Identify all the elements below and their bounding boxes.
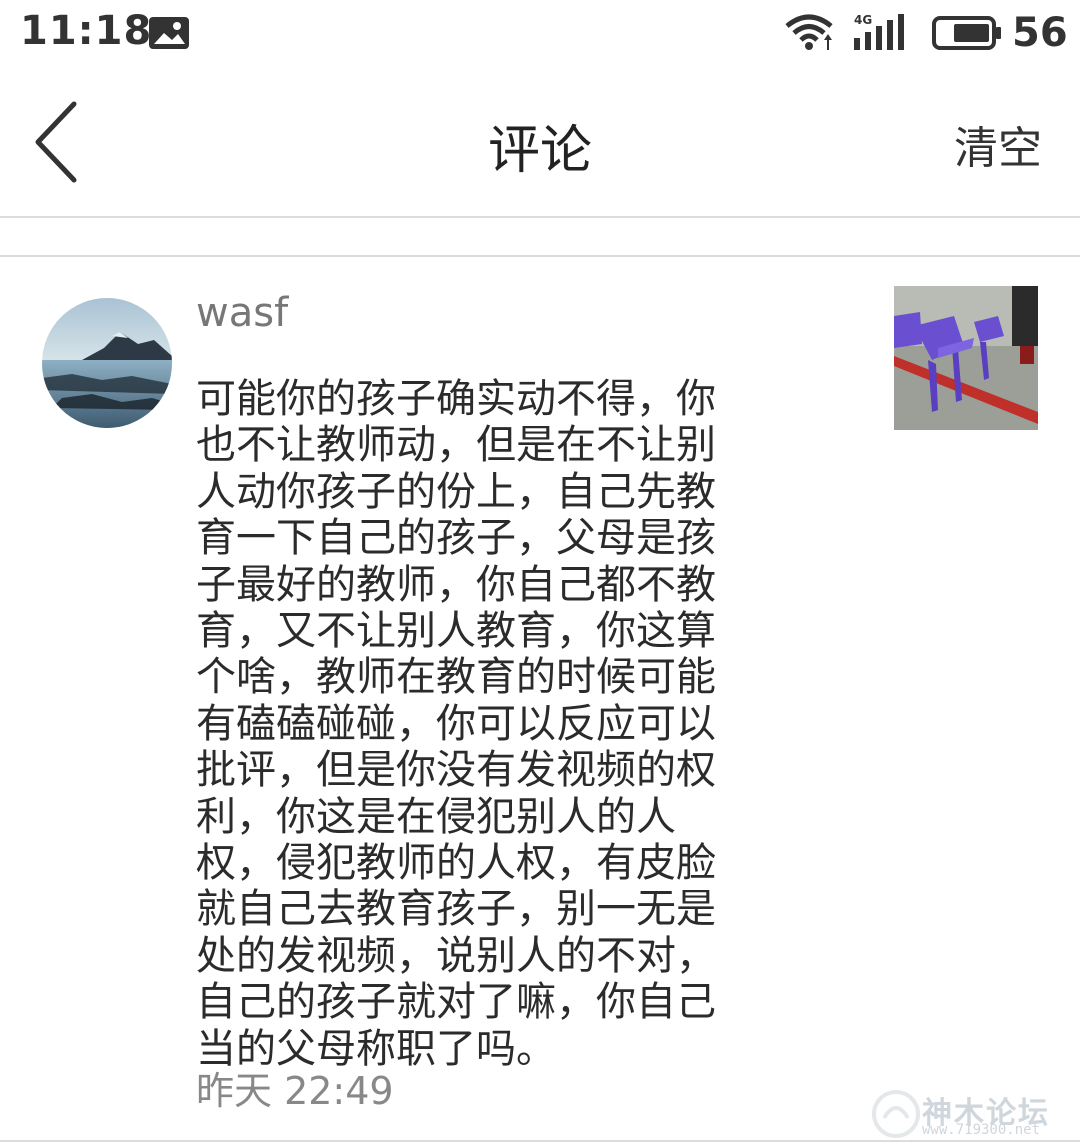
image-notification-icon [149,17,189,49]
page-title: 评论 [487,121,592,181]
comment-username[interactable]: wasf [196,290,288,336]
status-bar: 11:18 4G 56 [0,0,1080,68]
wifi-icon [785,14,833,50]
divider [0,255,1080,257]
watermark-logo-icon [872,1090,920,1138]
nav-bar: 评论 清空 [0,68,1080,216]
signal-icon: 4G [854,13,904,50]
battery-icon [932,16,1001,50]
post-thumbnail[interactable] [894,286,1038,430]
status-time: 11:18 [20,8,153,54]
watermark-url: www.719300.net [922,1122,1041,1138]
svg-text:4G: 4G [854,13,872,27]
comment-text: 可能你的孩子确实动不得，你也不让教师动，但是在不让别人动你孩子的份上，自己先教育… [196,376,716,1072]
comment-timestamp: 昨天 22:49 [196,1069,394,1113]
clear-button[interactable]: 清空 [954,112,1042,176]
battery-level: 56 [1012,10,1068,56]
avatar[interactable] [42,298,172,428]
divider [0,1140,1080,1142]
divider [0,216,1080,218]
